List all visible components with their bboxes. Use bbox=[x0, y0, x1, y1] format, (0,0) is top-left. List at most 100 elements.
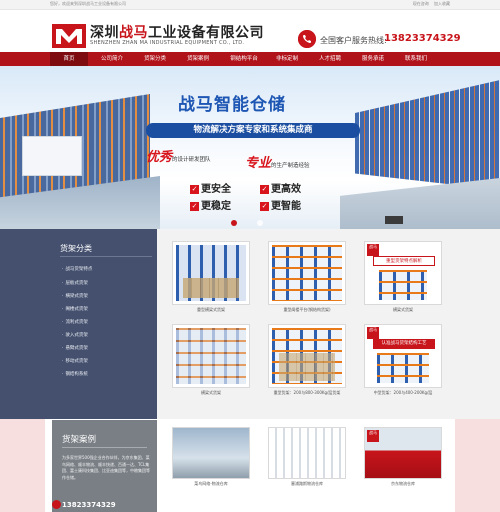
product-image bbox=[172, 241, 250, 305]
check-icon: ✓ bbox=[190, 201, 199, 211]
site-header: 深圳战马工业设备有限公司 SHENZHEN ZHAN MA INDUSTRIAL… bbox=[0, 10, 500, 52]
warehouse-building-image bbox=[22, 136, 82, 176]
check-stable: ✓ 更稳定 bbox=[190, 197, 231, 212]
product-caption: 横梁式货架 bbox=[201, 390, 221, 395]
divider bbox=[62, 447, 147, 448]
case-image bbox=[268, 427, 346, 479]
category-item[interactable]: 驶入式货架 bbox=[62, 332, 88, 338]
truck-image bbox=[385, 216, 403, 224]
divider bbox=[60, 256, 152, 257]
cases-section-title: 货架案例 bbox=[62, 435, 97, 445]
product-caption: 重型阁楼平台(钢结构货架) bbox=[283, 307, 331, 312]
product-card[interactable]: 重型横梁式货架 bbox=[172, 241, 250, 317]
product-caption: 横梁式货架 bbox=[393, 307, 413, 312]
product-caption: 中型货架：200与400-200Kg/层 bbox=[373, 390, 433, 395]
company-name-prefix: 深圳 bbox=[90, 25, 119, 41]
slider-dot-1[interactable] bbox=[231, 220, 237, 226]
product-card[interactable]: 横梁式货架 bbox=[172, 324, 250, 400]
warehouse-floor-right bbox=[340, 178, 500, 229]
check-smart: ✓ 更智能 bbox=[260, 197, 301, 212]
promo-label: 重型货架特点解析 bbox=[373, 256, 435, 266]
hotline-label: 全国客户服务热线: bbox=[320, 36, 387, 45]
cases-description: 为多家世界500强企业合作伙伴，为京东集团、菜鸟网络、顺丰物流、顺丰快递、百通一… bbox=[62, 455, 150, 480]
feature-design-big: 优秀 bbox=[146, 150, 173, 165]
company-name-highlight: 战马 bbox=[119, 25, 148, 41]
case-card[interactable]: 菜鸟网络-物流仓库 bbox=[172, 427, 250, 512]
product-image bbox=[268, 324, 346, 388]
product-card[interactable]: 战马 重型货架特点解析 横梁式货架 bbox=[364, 241, 442, 317]
feature-production-big: 专业 bbox=[245, 156, 272, 171]
logo-m-icon bbox=[52, 24, 86, 48]
brand-badge: 战马 bbox=[367, 244, 379, 256]
banner-feature-design: 优秀的设计研发团队 bbox=[146, 146, 211, 165]
check-efficient-label: 更高效 bbox=[271, 184, 301, 195]
hotline-number[interactable]: 13823374329 bbox=[384, 33, 461, 44]
company-logo[interactable] bbox=[52, 24, 86, 48]
favorite-link[interactable]: 加入收藏 bbox=[434, 1, 450, 6]
case-image: 战马 bbox=[364, 427, 442, 479]
category-item[interactable]: 层板式货架 bbox=[62, 280, 88, 286]
product-image bbox=[172, 324, 250, 388]
welcome-text: 您好，欢迎来到深圳战马工业设备有限公司 bbox=[50, 1, 126, 6]
phone-icon bbox=[298, 30, 316, 48]
category-item[interactable]: 流利式货架 bbox=[62, 319, 88, 325]
top-bar: 您好，欢迎来到深圳战马工业设备有限公司 现在咨询 加入收藏 bbox=[0, 0, 500, 10]
check-efficient: ✓ 更高效 bbox=[260, 180, 301, 195]
nav-item-contact[interactable]: 联系我们 bbox=[397, 52, 435, 66]
banner-subtitle: 物流解决方案专家和系统集成商 bbox=[146, 123, 360, 138]
case-card[interactable]: 战马 京东物流仓库 bbox=[364, 427, 442, 512]
main-nav: 首页 公司简介 货架分类 货架案例 钢结构平台 非标定制 人才招聘 服务承诺 联… bbox=[0, 52, 500, 66]
nav-item-shelf-cases[interactable]: 货架案例 bbox=[179, 52, 217, 66]
cases-phone-number[interactable]: 13823374329 bbox=[62, 501, 116, 509]
check-icon: ✓ bbox=[260, 201, 269, 211]
category-item[interactable]: 阁楼式货架 bbox=[62, 306, 88, 312]
product-caption: 重型横梁式货架 bbox=[197, 307, 225, 312]
consult-link[interactable]: 现在咨询 bbox=[413, 1, 429, 6]
feature-production-small: 的生产制造经验 bbox=[271, 163, 310, 169]
category-item[interactable]: 横梁式货架 bbox=[62, 293, 88, 299]
banner-title: 战马智能仓储 bbox=[178, 95, 286, 115]
hero-banner[interactable]: 战马智能仓储 物流解决方案专家和系统集成商 优秀的设计研发团队 专业的生产制造经… bbox=[0, 66, 500, 229]
nav-item-about[interactable]: 公司简介 bbox=[93, 52, 131, 66]
slider-dot-2[interactable] bbox=[257, 220, 263, 226]
case-caption: 塞浦路斯物流仓库 bbox=[291, 481, 323, 486]
phone-icon bbox=[52, 500, 61, 509]
product-card[interactable]: 重型阁楼平台(钢结构货架) bbox=[268, 241, 346, 317]
nav-item-steel-platform[interactable]: 钢结构平台 bbox=[225, 52, 263, 66]
check-stable-label: 更稳定 bbox=[201, 201, 231, 212]
case-card[interactable]: 塞浦路斯物流仓库 bbox=[268, 427, 346, 512]
top-links: 现在咨询 加入收藏 bbox=[409, 1, 450, 7]
case-image bbox=[172, 427, 250, 479]
products-section-title: 货架分类 bbox=[60, 244, 92, 253]
check-icon: ✓ bbox=[190, 184, 199, 194]
brand-badge: 战马 bbox=[367, 327, 379, 339]
warehouse-rack-image-right bbox=[355, 80, 500, 190]
product-image: 战马 重型货架特点解析 bbox=[364, 241, 442, 305]
check-smart-label: 更智能 bbox=[271, 201, 301, 212]
check-safer-label: 更安全 bbox=[201, 184, 231, 195]
company-name-en: SHENZHEN ZHAN MA INDUSTRIAL EQUIPMENT CO… bbox=[90, 40, 245, 46]
nav-item-home[interactable]: 首页 bbox=[50, 52, 88, 66]
company-name-suffix: 工业设备有限公司 bbox=[148, 25, 264, 41]
product-image bbox=[268, 241, 346, 305]
check-safer: ✓ 更安全 bbox=[190, 180, 231, 195]
product-caption: 重型货架：200与800-300Kg/层货架 bbox=[273, 390, 341, 395]
nav-item-custom[interactable]: 非标定制 bbox=[268, 52, 306, 66]
category-item[interactable]: 钢结构系统 bbox=[62, 371, 88, 377]
brand-badge: 战马 bbox=[367, 430, 379, 442]
product-image: 战马 认准战马货架结构工艺 bbox=[364, 324, 442, 388]
nav-item-recruitment[interactable]: 人才招聘 bbox=[311, 52, 349, 66]
case-caption: 京东物流仓库 bbox=[391, 481, 415, 486]
case-caption: 菜鸟网络-物流仓库 bbox=[194, 481, 228, 486]
nav-item-shelf-categories[interactable]: 货架分类 bbox=[136, 52, 174, 66]
banner-feature-production: 专业的生产制造经验 bbox=[245, 152, 310, 171]
category-item[interactable]: 移动式货架 bbox=[62, 358, 88, 364]
product-card[interactable]: 战马 认准战马货架结构工艺 中型货架：200与400-200Kg/层 bbox=[364, 324, 442, 400]
nav-item-service[interactable]: 服务承诺 bbox=[354, 52, 392, 66]
category-item[interactable]: 悬臂式货架 bbox=[62, 345, 88, 351]
company-name: 深圳战马工业设备有限公司 bbox=[90, 22, 264, 42]
product-card[interactable]: 重型货架：200与800-300Kg/层货架 bbox=[268, 324, 346, 400]
check-icon: ✓ bbox=[260, 184, 269, 194]
category-item[interactable]: 战马货架特点 bbox=[62, 266, 92, 272]
feature-design-small: 的设计研发团队 bbox=[172, 157, 211, 163]
